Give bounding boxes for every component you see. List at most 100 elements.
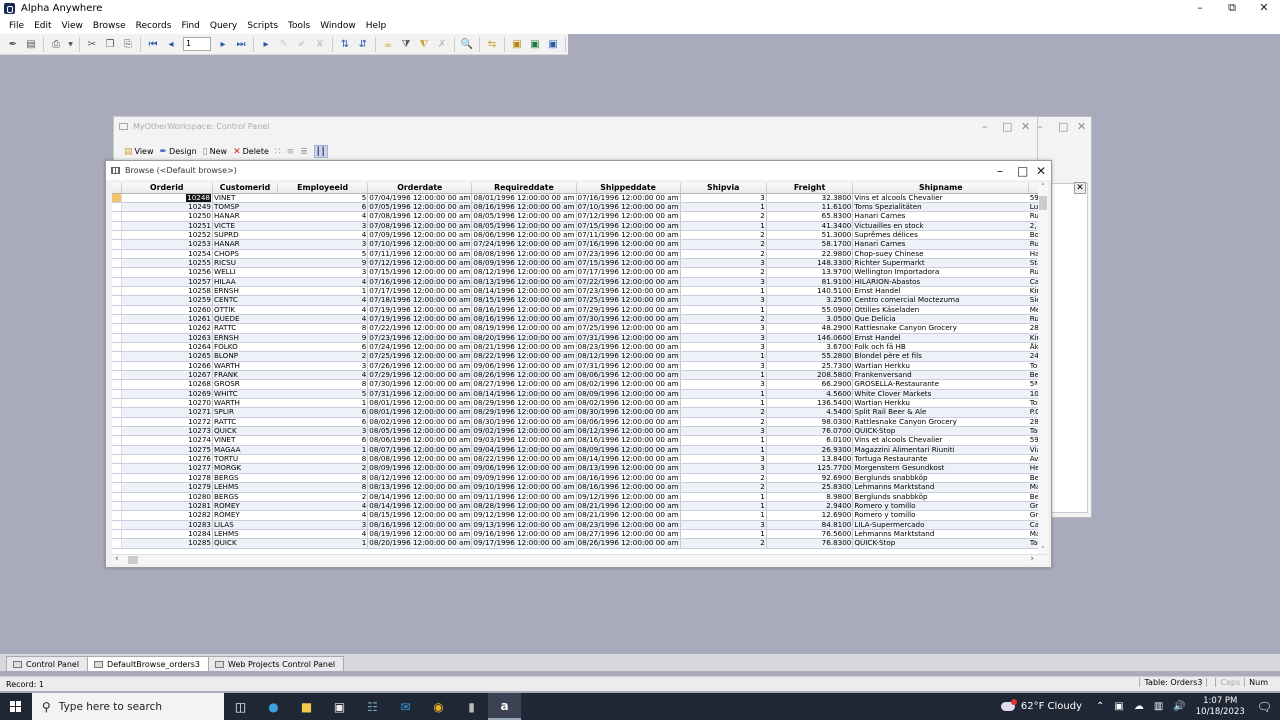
list-view-icon[interactable]: ≣: [300, 147, 308, 157]
cell-customerid[interactable]: HANAR: [212, 239, 278, 250]
cell-requireddate[interactable]: 08/14/1996 12:00:00 00 am: [471, 286, 577, 297]
sort-ascending-icon[interactable]: ⇅: [338, 37, 353, 52]
row-selector[interactable]: [112, 295, 122, 306]
cell-shipname[interactable]: Richter Supermarkt: [852, 258, 1029, 269]
row-selector[interactable]: [112, 407, 122, 418]
cell-shippeddate[interactable]: 07/23/1996 12:00:00 00 am: [576, 286, 681, 297]
column-header-freight[interactable]: Freight: [766, 183, 854, 194]
cell-employeeid[interactable]: 6: [277, 202, 369, 213]
cell-shippeddate[interactable]: 07/11/1996 12:00:00 00 am: [576, 230, 681, 241]
row-selector[interactable]: [112, 482, 122, 493]
network-app-icon[interactable]: ☷: [356, 693, 389, 720]
vertical-scroll-thumb[interactable]: [1039, 196, 1047, 210]
meet-now-icon[interactable]: ▣: [1114, 701, 1123, 712]
row-selector[interactable]: [112, 454, 122, 465]
cell-shipvia[interactable]: 3: [680, 323, 767, 334]
cell-orderid[interactable]: 10283: [121, 520, 213, 530]
row-selector[interactable]: [112, 230, 122, 241]
table-row[interactable]: 10267 FRANK 4 07/29/1996 12:00:00 00 am 08/2…: [112, 370, 1048, 381]
cell-shipname[interactable]: Ernst Handel: [852, 286, 1029, 297]
cell-shipvia[interactable]: 2: [680, 239, 767, 250]
row-selector[interactable]: [112, 501, 122, 512]
cell-shipvia[interactable]: 3: [680, 463, 767, 474]
scroll-left-icon[interactable]: ‹: [115, 554, 119, 564]
cell-orderdate[interactable]: 07/11/1996 12:00:00 00 am: [367, 249, 473, 259]
save-icon[interactable]: ✔: [295, 37, 310, 52]
cell-requireddate[interactable]: 08/09/1996 12:00:00 00 am: [471, 258, 577, 269]
cell-orderdate[interactable]: 07/23/1996 12:00:00 00 am: [367, 333, 473, 344]
cell-employeeid[interactable]: 9: [277, 333, 369, 344]
cell-requireddate[interactable]: 09/03/1996 12:00:00 00 am: [471, 435, 577, 446]
table-row[interactable]: 10252 SUPRD 4 07/09/1996 12:00:00 00 am 08/0…: [112, 230, 1048, 241]
cell-orderid[interactable]: 10266: [121, 361, 213, 372]
new-button[interactable]: ▯ New: [203, 147, 227, 157]
table-row[interactable]: 10263 ERNSH 9 07/23/1996 12:00:00 00 am 08/2…: [112, 333, 1048, 344]
onedrive-icon[interactable]: ☁: [1134, 701, 1144, 712]
cell-employeeid[interactable]: 3: [277, 361, 369, 372]
cell-requireddate[interactable]: 09/12/1996 12:00:00 00 am: [471, 510, 577, 521]
scroll-right-icon[interactable]: ›: [1030, 554, 1034, 564]
cell-freight[interactable]: 66.2900: [766, 379, 854, 390]
table-row[interactable]: 10262 RATTC 8 07/22/1996 12:00:00 00 am 08/1…: [112, 323, 1048, 334]
table-row[interactable]: 10250 HANAR 4 07/08/1996 12:00:00 00 am 08/0…: [112, 211, 1048, 222]
row-selector[interactable]: [112, 277, 122, 287]
cut-icon[interactable]: ✂: [85, 37, 100, 52]
cell-orderid[interactable]: 10284: [121, 529, 213, 540]
cell-shipname[interactable]: Romero y tomillo: [852, 501, 1029, 512]
cell-freight[interactable]: 136.5400: [766, 398, 854, 409]
cell-orderid[interactable]: 10253: [121, 239, 213, 250]
cell-customerid[interactable]: WARTH: [212, 361, 278, 372]
cell-shippeddate[interactable]: 07/22/1996 12:00:00 00 am: [576, 277, 681, 287]
cell-shipvia[interactable]: 2: [680, 314, 767, 325]
menu-query[interactable]: Query: [205, 21, 242, 31]
cell-orderid[interactable]: 10264: [121, 342, 213, 353]
cell-shippeddate[interactable]: 07/23/1996 12:00:00 00 am: [576, 249, 681, 259]
cell-shippeddate[interactable]: 08/23/1996 12:00:00 00 am: [576, 520, 681, 530]
cell-shipvia[interactable]: 3: [680, 277, 767, 287]
cell-orderid[interactable]: 10271: [121, 407, 213, 418]
genie-icon[interactable]: ☕: [381, 37, 396, 52]
table-row[interactable]: 10248 VINET 5 07/04/1996 12:00:00 00 am 08/0…: [112, 193, 1048, 203]
cell-shipvia[interactable]: 1: [680, 492, 767, 502]
cell-shipname[interactable]: GROSELLA-Restaurante: [852, 379, 1029, 390]
cell-orderdate[interactable]: 07/29/1996 12:00:00 00 am: [367, 370, 473, 381]
cell-orderdate[interactable]: 07/15/1996 12:00:00 00 am: [367, 267, 473, 278]
design-icon[interactable]: ✒: [6, 37, 21, 52]
cell-customerid[interactable]: FRANK: [212, 370, 278, 381]
cell-employeeid[interactable]: 2: [277, 492, 369, 502]
cell-shippeddate[interactable]: 08/02/1996 12:00:00 00 am: [576, 379, 681, 390]
column-header-shipvia[interactable]: Shipvia: [680, 183, 767, 194]
row-selector[interactable]: [112, 286, 122, 297]
cell-shipname[interactable]: Hanari Carnes: [852, 239, 1029, 250]
cell-shipname[interactable]: Wartian Herkku: [852, 361, 1029, 372]
cell-shipvia[interactable]: 1: [680, 510, 767, 521]
cell-employeeid[interactable]: 4: [277, 211, 369, 222]
cell-customerid[interactable]: CENTC: [212, 295, 278, 306]
row-selector[interactable]: [112, 417, 122, 428]
tree-view-icon[interactable]: ≡: [287, 147, 295, 157]
last-record-icon[interactable]: ⏭: [234, 37, 249, 52]
cell-orderid[interactable]: 10251: [121, 221, 213, 231]
cell-orderid[interactable]: 10275: [121, 445, 213, 456]
filter-icon[interactable]: ⧩: [399, 37, 414, 52]
cell-orderdate[interactable]: 07/05/1996 12:00:00 00 am: [367, 202, 473, 213]
row-selector[interactable]: [112, 333, 122, 344]
cell-freight[interactable]: 3.2500: [766, 295, 854, 306]
cell-employeeid[interactable]: 8: [277, 379, 369, 390]
cell-orderid[interactable]: 10272: [121, 417, 213, 428]
table-row[interactable]: 10283 LILAS 3 08/16/1996 12:00:00 00 am 09/1…: [112, 520, 1048, 530]
cell-shipname[interactable]: Lehmanns Marktstand: [852, 529, 1029, 540]
cell-shipname[interactable]: Frankenversand: [852, 370, 1029, 381]
first-record-icon[interactable]: ⏮: [146, 37, 161, 52]
cell-orderdate[interactable]: 07/22/1996 12:00:00 00 am: [367, 323, 473, 334]
cell-orderid[interactable]: 10248: [121, 193, 213, 203]
cell-shipvia[interactable]: 1: [680, 351, 767, 362]
row-selector[interactable]: [112, 305, 122, 315]
cancel-icon[interactable]: ✘: [313, 37, 328, 52]
row-selector[interactable]: [112, 342, 122, 353]
cell-orderdate[interactable]: 07/19/1996 12:00:00 00 am: [367, 314, 473, 325]
cell-shipname[interactable]: Toms Spezialitäten: [852, 202, 1029, 213]
cell-freight[interactable]: 92.6900: [766, 473, 854, 484]
cell-shippeddate[interactable]: 08/13/1996 12:00:00 00 am: [576, 463, 681, 474]
cell-shipvia[interactable]: 3: [680, 520, 767, 530]
